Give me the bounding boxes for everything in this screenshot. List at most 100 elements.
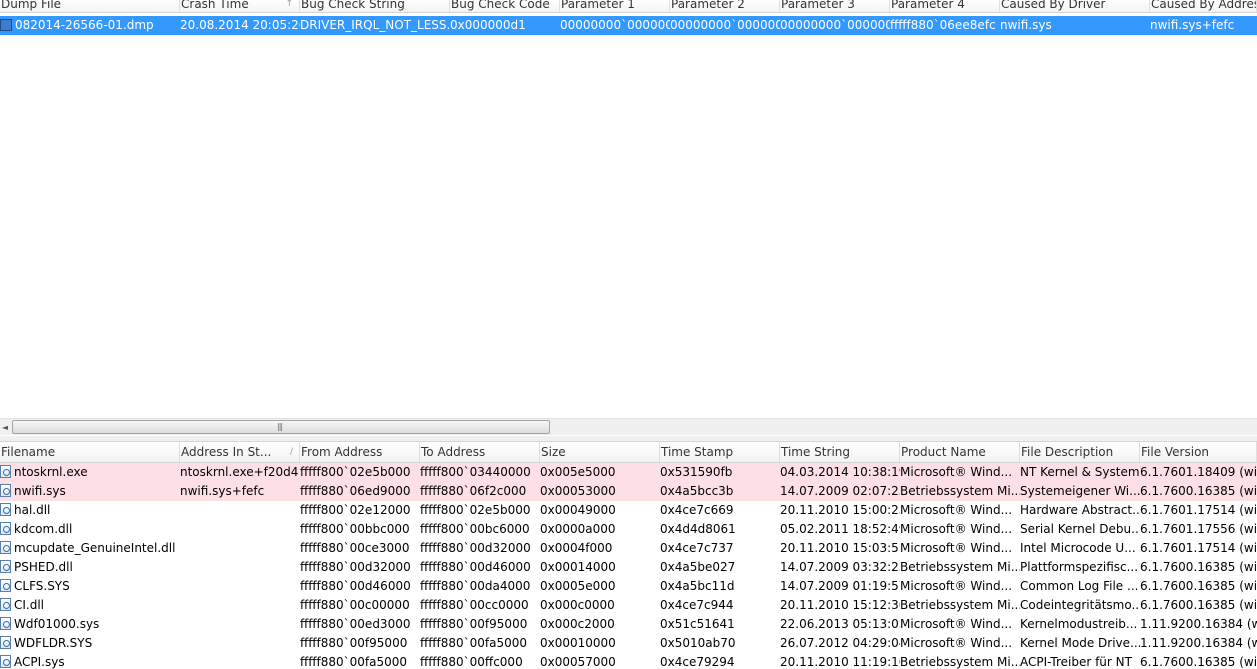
cell-time-string: 20.11.2010 15:12:36 [780,596,900,615]
column-header-parameter-3[interactable]: Parameter 3 [780,0,890,12]
sort-arrow-icon: ↑ [285,0,293,9]
cell-parameter-4: fffff880`06ee8efc [890,16,1000,35]
horizontal-scrollbar[interactable]: ◄ ||| [0,418,1257,436]
column-header-size[interactable]: Size [540,442,660,462]
cell-text: Serial Kernel Debu... [1020,522,1140,536]
cell-to-address: fffff880`00d32000 [420,539,540,558]
cell-text: 20.11.2010 15:03:51 [780,541,900,555]
cell-address-in-st [180,539,300,558]
column-header-label: Parameter 2 [671,0,745,11]
cell-text: 0x4ce7c737 [660,541,734,555]
cell-filename: CI.dll [0,596,180,615]
cell-address-in-st [180,596,300,615]
cell-time-string: 05.02.2011 18:52:49 [780,520,900,539]
cell-bug-check-string: DRIVER_IRQL_NOT_LESS... [300,16,450,35]
cell-text: 14.07.2009 02:07:23 [780,484,900,498]
cell-to-address: fffff880`00d46000 [420,558,540,577]
cell-product-name: Microsoft® Wind... [900,634,1020,653]
column-header-parameter-2[interactable]: Parameter 2 [670,0,780,12]
table-row[interactable]: ntoskrnl.exe ntoskrnl.exe+f20d4 fffff800`0… [0,463,1257,482]
module-file-icon [0,655,11,668]
cell-to-address: fffff880`00da4000 [420,577,540,596]
cell-file-description: Intel Microcode U... [1020,539,1140,558]
dump-files-header: Dump File Crash Time ↑ Bug Check String Bug … [0,0,1257,13]
loaded-drivers-list[interactable]: Filename Address In St... / From Address To … [0,441,1257,669]
column-header-bug-check-string[interactable]: Bug Check String [300,0,450,12]
cell-text: fffff880`06f2c000 [420,484,527,498]
cell-text: ACPI.sys [14,655,65,669]
cell-file-description: Codeintegritätsmo... [1020,596,1140,615]
table-row[interactable]: CLFS.SYS fffff880`00d46000 fffff880`00da40… [0,577,1257,596]
column-header-label: File Version [1141,445,1210,459]
cell-text: 0x4ce7c669 [660,503,734,517]
table-row[interactable]: PSHED.dll fffff880`00d32000 fffff880`00d46… [0,558,1257,577]
cell-text: fffff880`06ed9000 [300,484,411,498]
table-row[interactable]: nwifi.sys nwifi.sys+fefc fffff880`06ed9000… [0,482,1257,501]
cell-filename: kdcom.dll [0,520,180,539]
cell-text: fffff880`00d32000 [420,541,531,555]
cell-text: 20.08.2014 20:05:26 [180,18,300,32]
column-header-caused-by-address[interactable]: Caused By Address [1150,0,1257,12]
cell-text: Betriebssystem Mi... [900,598,1020,612]
column-header-parameter-4[interactable]: Parameter 4 [890,0,1000,12]
column-header-from-address[interactable]: From Address [300,442,420,462]
scrollbar-thumb[interactable]: ||| [12,420,550,434]
cell-file-version: 6.1.7600.16385 (wi... [1140,596,1257,615]
cell-text: nwifi.sys [14,484,66,498]
cell-bug-check-code: 0x000000d1 [450,16,560,35]
cell-text: CLFS.SYS [14,579,70,593]
column-header-file-version[interactable]: File Version [1140,442,1257,462]
column-header-time-stamp[interactable]: Time Stamp [660,442,780,462]
column-header-filename[interactable]: Filename [0,442,180,462]
column-header-crash-time[interactable]: Crash Time ↑ [180,0,300,12]
cell-address-in-st: nwifi.sys+fefc [180,482,300,501]
cell-dump-file: 082014-26566-01.dmp [0,16,180,35]
cell-text: 0x000c0000 [540,598,615,612]
column-header-label: Address In St... [181,445,272,459]
cell-text: 6.1.7601.17514 (wi... [1140,541,1257,555]
module-file-icon [0,636,11,649]
cell-file-description: ACPI-Treiber für NT [1020,653,1140,669]
table-row[interactable]: mcupdate_GenuineIntel.dll fffff880`00ce30… [0,539,1257,558]
scroll-left-icon[interactable]: ◄ [0,422,10,433]
cell-text: fffff800`00bbc000 [300,522,410,536]
table-row[interactable]: ACPI.sys fffff880`00fa5000 fffff880`00ffc0… [0,653,1257,669]
column-header-label: Crash Time [181,0,249,11]
column-header-address-in-st[interactable]: Address In St... / [180,442,300,462]
table-row[interactable]: Wdf01000.sys fffff880`00ed3000 fffff880`00… [0,615,1257,634]
column-header-label: Filename [1,445,56,459]
cell-time-stamp: 0x4a5bc11d [660,577,780,596]
table-row[interactable]: WDFLDR.SYS fffff880`00f95000 fffff880`00fa… [0,634,1257,653]
column-header-dump-file[interactable]: Dump File [0,0,180,12]
cell-text: fffff880`00ffc000 [420,655,523,669]
column-header-file-description[interactable]: File Description [1020,442,1140,462]
dump-files-list[interactable]: Dump File Crash Time ↑ Bug Check String Bug … [0,0,1257,418]
column-header-bug-check-code[interactable]: Bug Check Code [450,0,560,12]
cell-text: fffff880`00d46000 [300,579,411,593]
cell-file-description: Serial Kernel Debu... [1020,520,1140,539]
cell-text: 0x00049000 [540,503,616,517]
cell-from-address: fffff880`00ce3000 [300,539,420,558]
cell-file-version: 6.1.7601.18409 (wi... [1140,463,1257,482]
cell-text: 20.11.2010 11:19:16 [780,655,900,669]
table-row[interactable]: 082014-26566-01.dmp 20.08.2014 20:05:26 DR… [0,16,1257,35]
cell-text: fffff880`00fa5000 [420,636,528,650]
column-header-to-address[interactable]: To Address [420,442,540,462]
cell-size: 0x00010000 [540,634,660,653]
column-header-product-name[interactable]: Product Name [900,442,1020,462]
cell-time-string: 14.07.2009 03:32:23 [780,558,900,577]
cell-file-version: 1.11.9200.16384 (wi... [1140,634,1257,653]
cell-size: 0x0004f000 [540,539,660,558]
cell-text: 0x00014000 [540,560,616,574]
cell-address-in-st [180,615,300,634]
cell-text: 22.06.2013 05:13:05 [780,617,900,631]
table-row[interactable]: CI.dll fffff880`00c00000 fffff880`00cc0000… [0,596,1257,615]
table-row[interactable]: kdcom.dll fffff800`00bbc000 fffff800`00bc6… [0,520,1257,539]
column-header-parameter-1[interactable]: Parameter 1 [560,0,670,12]
column-header-caused-by-driver[interactable]: Caused By Driver [1000,0,1150,12]
column-header-time-string[interactable]: Time String [780,442,900,462]
cell-time-string: 20.11.2010 11:19:16 [780,653,900,669]
cell-text: Betriebssystem Mi... [900,655,1020,669]
table-row[interactable]: hal.dll fffff800`02e12000 fffff800`02e5b00… [0,501,1257,520]
cell-text: 0x4ce79294 [660,655,735,669]
